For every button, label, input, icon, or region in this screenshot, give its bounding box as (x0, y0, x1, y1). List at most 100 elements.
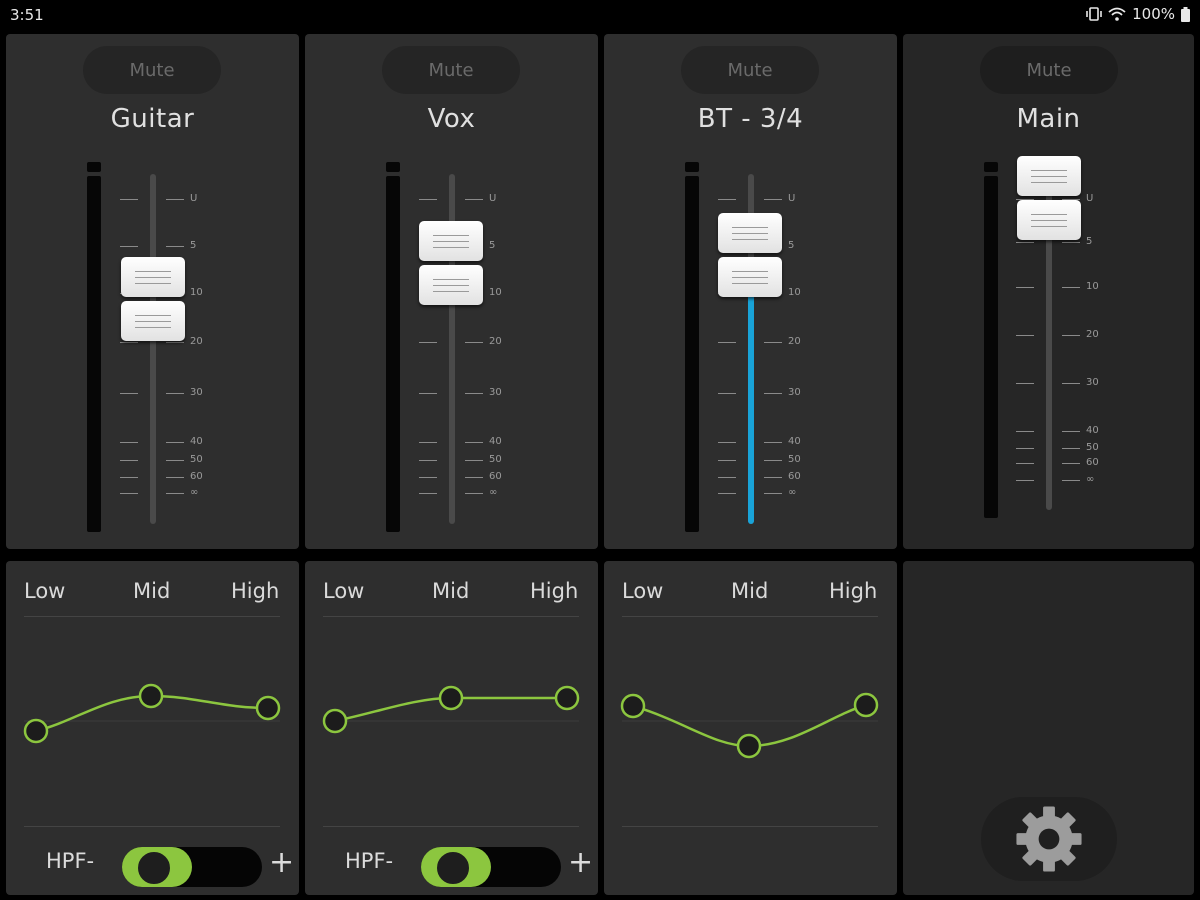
channel-strip-guitar: Mute Guitar U 5 10 20 30 40 50 60 ∞ (6, 34, 299, 549)
fader-scale-label: 30 (489, 387, 502, 398)
hpf-plus[interactable]: + (568, 845, 593, 880)
fader-tick (120, 246, 138, 247)
fader-tick (718, 477, 736, 478)
hpf-plus[interactable]: + (269, 845, 294, 880)
fader-cap-guitar[interactable] (121, 257, 185, 343)
hpf-toggle[interactable] (421, 847, 561, 887)
fader-tick (1016, 335, 1034, 336)
level-meter (984, 176, 998, 518)
fader-tick (419, 477, 437, 478)
fader-tick (166, 493, 184, 494)
eq-curve (620, 692, 879, 759)
fader-tick (166, 442, 184, 443)
fader-tick (1016, 242, 1034, 243)
fader-tick (1016, 431, 1034, 432)
mute-button-guitar[interactable]: Mute (83, 46, 221, 94)
fader-tick (465, 460, 483, 461)
eq-node-low[interactable] (322, 708, 348, 734)
fader-scale-label: 5 (788, 240, 795, 251)
status-time: 3:51 (10, 6, 44, 24)
eq-panel-vox: Low Mid High HPF- + (305, 561, 598, 895)
fader-tick (718, 342, 736, 343)
eq-divider (24, 826, 280, 827)
fader-tick (419, 442, 437, 443)
fader-scale-label: 50 (788, 454, 801, 465)
hpf-minus[interactable]: - (87, 849, 95, 873)
fader-tick (465, 393, 483, 394)
eq-node-mid[interactable] (138, 683, 164, 709)
fader-tick (465, 199, 483, 200)
fader-scale-label: 40 (190, 436, 203, 447)
eq-node-high[interactable] (853, 692, 879, 718)
fader-tick (1062, 335, 1080, 336)
fader-scale-label: ∞ (1086, 474, 1095, 485)
wifi-icon (1108, 7, 1126, 21)
fader-scale-label: 5 (1086, 236, 1093, 247)
fader-scale-label: 40 (489, 436, 502, 447)
fader-tick (764, 393, 782, 394)
fader-cap-vox[interactable] (419, 221, 483, 307)
fader-tick (718, 442, 736, 443)
fader-tick (120, 493, 138, 494)
fader-scale-label: 20 (489, 336, 502, 347)
settings-button[interactable] (981, 797, 1117, 881)
mute-button-bt-34[interactable]: Mute (681, 46, 819, 94)
fader-scale-label: 30 (190, 387, 203, 398)
fader-tick (419, 493, 437, 494)
fader-tick (764, 199, 782, 200)
eq-node-high[interactable] (554, 685, 580, 711)
fader-cap-main[interactable] (1017, 156, 1081, 242)
fader-tick (166, 246, 184, 247)
eq-divider (622, 826, 878, 827)
fader-scale-label: 20 (1086, 329, 1099, 340)
fader-scale-label: 10 (788, 287, 801, 298)
battery-percent: 100% (1132, 5, 1175, 23)
channel-strip-bt-34: Mute BT - 3/4 U 5 10 20 30 40 50 60 ∞ (604, 34, 897, 549)
fader-scale-label: 60 (489, 471, 502, 482)
fader-scale-label: 50 (190, 454, 203, 465)
eq-node-mid[interactable] (736, 733, 762, 759)
fader-scale-label: U (489, 193, 497, 204)
level-meter (386, 176, 400, 532)
fader-tick (465, 477, 483, 478)
fader-scale-label: ∞ (190, 487, 199, 498)
fader-scale-label: 5 (190, 240, 197, 251)
mute-button-vox[interactable]: Mute (382, 46, 520, 94)
fader-scale-label: 60 (190, 471, 203, 482)
fader-scale-label: 60 (788, 471, 801, 482)
fader-scale-label: 50 (489, 454, 502, 465)
eq-node-high[interactable] (255, 695, 281, 721)
fader-tick (419, 199, 437, 200)
eq-node-low[interactable] (620, 693, 646, 719)
hpf-label: HPF- (345, 849, 394, 873)
fader-tick (1062, 242, 1080, 243)
fader-scale-label: 10 (190, 287, 203, 298)
fader-tick (1016, 383, 1034, 384)
fader-scale-label: 20 (190, 336, 203, 347)
fader-tick (1016, 463, 1034, 464)
hpf-minus[interactable]: - (386, 849, 394, 873)
fader-cap-bt-34[interactable] (718, 213, 782, 299)
fader-scale-label: 60 (1086, 457, 1099, 468)
fader-tick (718, 493, 736, 494)
fader-tick (718, 199, 736, 200)
eq-panel-guitar: Low Mid High HPF- + (6, 561, 299, 895)
hpf-label: HPF- (46, 849, 95, 873)
fader-tick (166, 393, 184, 394)
fader-tick (1016, 480, 1034, 481)
eq-node-low[interactable] (23, 718, 49, 744)
mute-button-main[interactable]: Mute (980, 46, 1118, 94)
eq-curve (23, 683, 281, 744)
meter-clip-indicator (386, 162, 400, 172)
eq-node-mid[interactable] (438, 685, 464, 711)
fader-tick (465, 493, 483, 494)
fader-tick (764, 493, 782, 494)
fader-scale-label: 30 (788, 387, 801, 398)
gear-icon (1016, 806, 1082, 872)
fader-tick (1016, 448, 1034, 449)
hpf-toggle[interactable] (122, 847, 262, 887)
fader-tick (465, 342, 483, 343)
fader-tick (764, 477, 782, 478)
fader-scale-label: 20 (788, 336, 801, 347)
fader-scale-label: 10 (489, 287, 502, 298)
